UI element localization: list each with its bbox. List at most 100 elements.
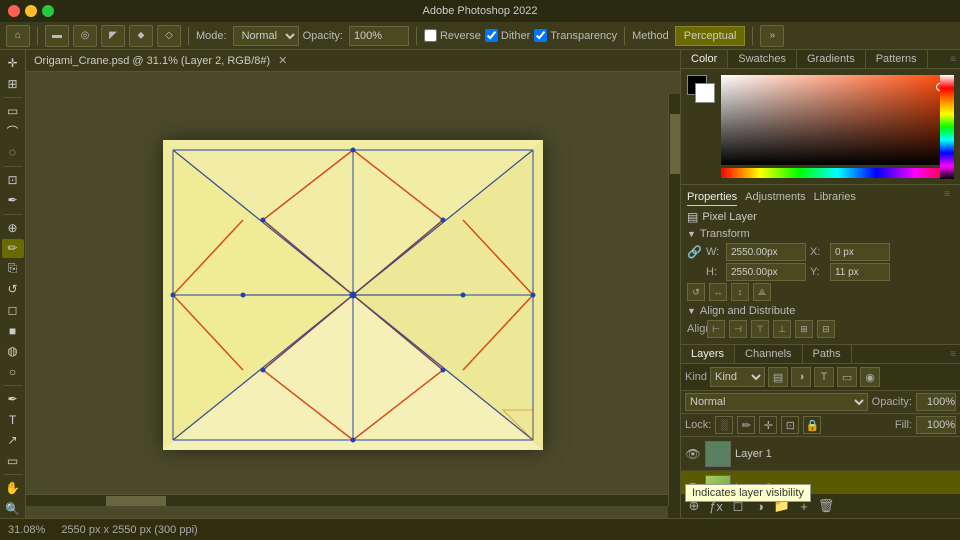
height-field[interactable] [726,263,806,281]
lock-artboard-icon[interactable]: ⊡ [781,416,799,434]
paths-tab[interactable]: Paths [803,345,852,363]
artboard-tool[interactable]: ⊞ [2,75,24,94]
lock-transparent-icon[interactable]: ░ [715,416,733,434]
align-top-icon[interactable]: ⊥ [773,320,791,338]
layer-mask-icon[interactable]: ◻ [729,497,747,515]
flip-h-icon[interactable]: ↔ [709,283,727,301]
reverse-checkbox[interactable] [424,29,437,42]
gradient-type-angle[interactable]: ◤ [101,25,125,47]
canvas-inner[interactable] [26,72,680,518]
quick-select-tool[interactable]: ◌ [2,143,24,162]
layer-visibility-toggle[interactable]: 👁 [685,446,701,462]
background-swatch[interactable] [695,83,715,103]
kind-select[interactable]: Kind [710,367,765,387]
move-tool[interactable]: ✛ [2,54,24,73]
dodge-tool[interactable]: ○ [2,362,24,381]
pen-tool[interactable]: ✒ [2,390,24,409]
foreground-background-swatches[interactable] [687,75,715,103]
blend-mode-select[interactable]: Normal [685,393,868,411]
filter-pixel-icon[interactable]: ▤ [768,367,788,387]
transform-caret[interactable]: ▼ [687,229,696,239]
properties-tab[interactable]: Properties [687,189,737,206]
width-field[interactable] [726,243,806,261]
hue-slider[interactable] [721,168,954,178]
layer-new-icon[interactable]: + [795,497,813,515]
libraries-tab[interactable]: Libraries [814,189,856,206]
align-caret[interactable]: ▼ [687,306,696,316]
crop-tool[interactable]: ⊡ [2,171,24,190]
layer-filter-icon[interactable]: ⊕ [685,497,703,515]
x-field[interactable] [830,243,890,261]
hand-tool[interactable]: ✋ [2,479,24,498]
maximize-button[interactable] [42,5,54,17]
y-field[interactable] [830,263,890,281]
brush-tool[interactable]: ✏ [2,239,24,258]
opacity-input[interactable] [916,393,956,411]
lock-all-icon[interactable]: 🔒 [803,416,821,434]
layer-delete-icon[interactable]: 🗑 [817,497,835,515]
patterns-tab[interactable]: Patterns [866,50,928,68]
filter-smart-icon[interactable]: ◉ [860,367,880,387]
path-select-tool[interactable]: ↗ [2,431,24,450]
transparency-checkbox[interactable] [534,29,547,42]
swatches-tab[interactable]: Swatches [728,50,797,68]
fill-input[interactable] [916,416,956,434]
mode-select[interactable]: Normal [233,26,299,46]
color-tab[interactable]: Color [681,50,728,68]
align-right-icon[interactable]: ⊤ [751,320,769,338]
minimize-button[interactable] [25,5,37,17]
gradient-type-radial[interactable]: ◎ [73,25,97,47]
history-brush-tool[interactable]: ↺ [2,280,24,299]
brightness-slider[interactable] [940,75,954,179]
canvas-tab-close[interactable]: ✕ [278,54,287,67]
filter-type-icon[interactable]: T [814,367,834,387]
close-button[interactable] [8,5,20,17]
layers-tab[interactable]: Layers [681,345,735,363]
gradients-tab[interactable]: Gradients [797,50,866,68]
align-center-v-icon[interactable]: ⊞ [795,320,813,338]
align-bottom-icon[interactable]: ⊟ [817,320,835,338]
opacity-input[interactable] [349,26,409,46]
gradient-type-linear[interactable]: ▬ [45,25,69,47]
type-tool[interactable]: T [2,410,24,429]
canvas-hscroll-thumb[interactable] [106,496,166,506]
dither-checkbox[interactable] [485,29,498,42]
align-left-icon[interactable]: ⊢ [707,320,725,338]
layer-group-icon[interactable]: 📁 [773,497,791,515]
flip-v-icon[interactable]: ↕ [731,283,749,301]
layer-item[interactable]: 👁 Layer 1 [681,437,960,471]
canvas-vscroll-thumb[interactable] [670,114,680,174]
toolbar-overflow[interactable]: » [760,25,784,47]
color-gradient-area[interactable] [721,75,954,178]
lock-position-icon[interactable]: ✛ [759,416,777,434]
canvas-vscroll[interactable] [668,94,680,506]
rotate-icon[interactable]: ↺ [687,283,705,301]
channels-tab[interactable]: Channels [735,345,802,363]
adjustments-tab[interactable]: Adjustments [745,189,806,206]
shape-tool[interactable]: ▭ [2,452,24,471]
eyedropper-tool[interactable]: ✒ [2,191,24,210]
filter-adjustment-icon[interactable]: ◑ [791,367,811,387]
filter-shape-icon[interactable]: ▭ [837,367,857,387]
eraser-tool[interactable]: ◻ [2,301,24,320]
method-perceptual[interactable]: Perceptual [675,26,746,46]
spot-heal-tool[interactable]: ⊕ [2,218,24,237]
blur-tool[interactable]: ◍ [2,342,24,361]
home-button[interactable]: ⌂ [6,25,30,47]
canvas-hscroll[interactable] [26,494,668,506]
clone-stamp-tool[interactable]: ⎘ [2,260,24,279]
align-center-h-icon[interactable]: ⊣ [729,320,747,338]
color-saturation-box[interactable] [721,75,954,165]
skew-icon[interactable]: ⟁ [753,283,771,301]
layer-adjustment-icon[interactable]: ◑ [751,497,769,515]
layer-visibility-toggle[interactable]: 👁 [685,480,701,494]
gradient-tool[interactable]: ■ [2,321,24,340]
layer-item[interactable]: 👁 Layer 2 [681,471,960,493]
zoom-tool[interactable]: 🔍 [2,499,24,518]
gradient-type-reflected[interactable]: ⬥ [129,25,153,47]
gradient-type-diamond[interactable]: ◇ [157,25,181,47]
lock-image-icon[interactable]: ✏ [737,416,755,434]
layer-fx-icon[interactable]: ƒx [707,497,725,515]
lasso-tool[interactable]: ⌒ [2,123,24,142]
marquee-tool[interactable]: ▭ [2,102,24,121]
